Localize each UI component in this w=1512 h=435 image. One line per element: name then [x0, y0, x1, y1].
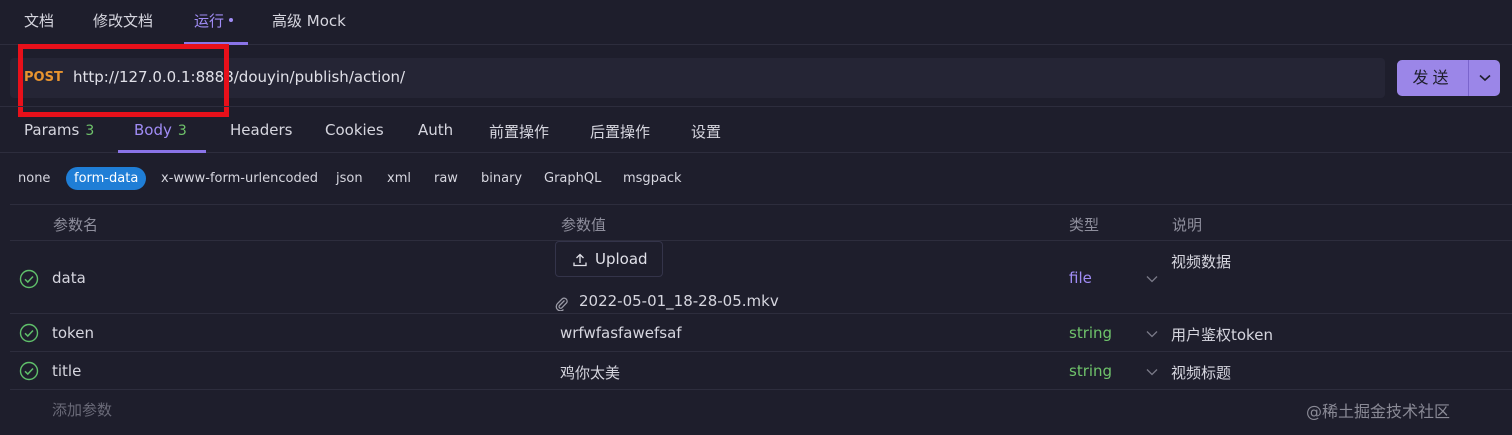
body-type-raw[interactable]: raw — [434, 171, 458, 186]
upload-label: Upload — [595, 250, 648, 268]
top-tab-bar: 文档 修改文档 运行 高级 Mock — [0, 0, 1512, 45]
param-description[interactable]: 用户鉴权token — [1171, 324, 1273, 345]
body-type-xml[interactable]: xml — [387, 171, 411, 186]
params-count-badge: 3 — [85, 123, 95, 139]
send-button-group: 发送 — [1397, 60, 1500, 96]
body-type-graphql[interactable]: GraphQL — [544, 171, 601, 186]
param-type-select[interactable]: string — [1069, 324, 1112, 342]
tab-params-label: Params — [24, 121, 80, 139]
tab-edit-docs[interactable]: 修改文档 — [93, 10, 153, 31]
send-options-button[interactable] — [1469, 60, 1500, 96]
header-description: 说明 — [1172, 216, 1203, 234]
header-name: 参数名 — [53, 216, 99, 234]
body-type-msgpack[interactable]: msgpack — [623, 171, 682, 186]
tab-params[interactable]: Params 3 — [24, 121, 94, 139]
check-circle-icon[interactable] — [19, 323, 39, 343]
table-row: data Upload 2022-05-01_18-28-05.mkv file… — [10, 241, 1512, 314]
body-type-json[interactable]: json — [336, 171, 363, 186]
header-value: 参数值 — [561, 216, 607, 234]
add-param-input[interactable]: 添加参数 — [52, 399, 112, 420]
param-value[interactable]: 鸡你太美 — [560, 362, 620, 383]
tab-body[interactable]: Body 3 — [134, 121, 187, 139]
body-type-form-data[interactable]: form-data — [66, 167, 147, 190]
tab-run[interactable]: 运行 — [194, 10, 234, 31]
watermark: @稀土掘金技术社区 — [1306, 402, 1451, 421]
tab-docs[interactable]: 文档 — [24, 10, 54, 31]
check-circle-icon[interactable] — [19, 269, 39, 289]
tab-post-actions[interactable]: 后置操作 — [590, 121, 650, 142]
send-button[interactable]: 发送 — [1397, 60, 1468, 96]
attached-file-name[interactable]: 2022-05-01_18-28-05.mkv — [579, 292, 779, 310]
body-count-badge: 3 — [177, 123, 187, 139]
upload-button[interactable]: Upload — [555, 241, 663, 277]
chevron-down-icon[interactable] — [1145, 329, 1159, 339]
header-type: 类型 — [1069, 216, 1100, 234]
upload-icon — [573, 253, 587, 267]
chevron-down-icon — [1478, 74, 1491, 82]
param-description[interactable]: 视频数据 — [1171, 251, 1231, 272]
body-type-urlencoded[interactable]: x-www-form-urlencoded — [161, 171, 318, 186]
param-type-select[interactable]: file — [1069, 269, 1092, 287]
param-description[interactable]: 视频标题 — [1171, 362, 1231, 383]
param-name[interactable]: token — [52, 324, 94, 342]
param-value[interactable]: wrfwfasfawefsaf — [560, 324, 682, 342]
table-row: token wrfwfasfawefsaf string 用户鉴权token — [10, 314, 1512, 352]
tab-pre-actions[interactable]: 前置操作 — [489, 121, 549, 142]
table-row: title 鸡你太美 string 视频标题 — [10, 352, 1512, 390]
param-name[interactable]: data — [52, 269, 86, 287]
request-sub-tabs: Params 3 Body 3 Headers Cookies Auth 前置操作 … — [0, 106, 1512, 153]
tab-auth[interactable]: Auth — [418, 121, 453, 139]
tab-settings[interactable]: 设置 — [691, 121, 721, 142]
body-type-none[interactable]: none — [18, 171, 50, 186]
tab-advanced-mock[interactable]: 高级 Mock — [272, 10, 346, 31]
tab-cookies[interactable]: Cookies — [325, 121, 384, 139]
body-type-binary[interactable]: binary — [481, 171, 522, 186]
unsaved-dot-icon — [229, 18, 234, 22]
tab-body-label: Body — [134, 121, 172, 139]
paperclip-icon — [555, 297, 568, 311]
chevron-down-icon[interactable] — [1145, 367, 1159, 377]
param-name[interactable]: title — [52, 362, 81, 380]
check-circle-icon[interactable] — [19, 361, 39, 381]
param-type-select[interactable]: string — [1069, 362, 1112, 380]
table-header: 参数名 参数值 类型 说明 — [10, 204, 1512, 241]
tab-run-label: 运行 — [194, 12, 225, 30]
active-sub-tab-indicator — [118, 150, 206, 153]
tab-headers[interactable]: Headers — [230, 121, 292, 139]
chevron-down-icon[interactable] — [1145, 274, 1159, 284]
